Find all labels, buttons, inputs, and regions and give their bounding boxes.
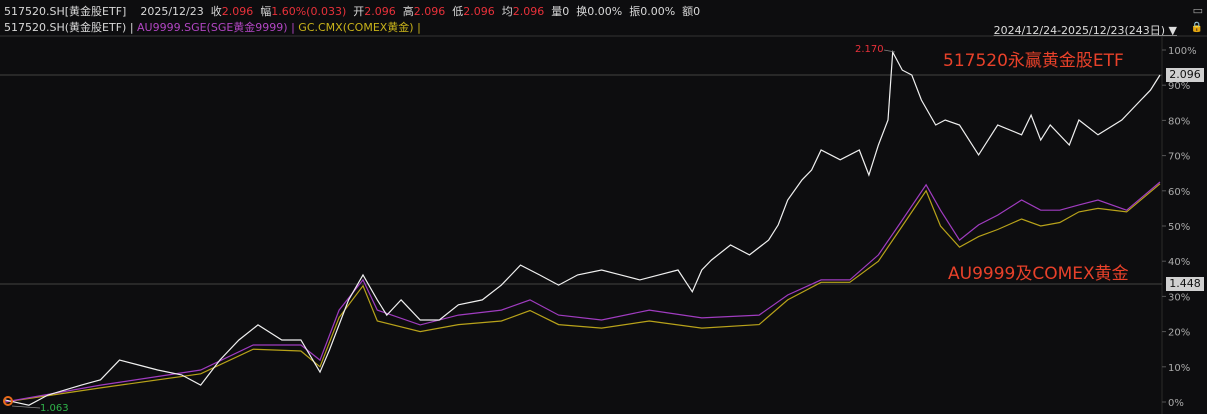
- y-tick-label: 20%: [1168, 328, 1190, 339]
- y-tick-label: 70%: [1168, 152, 1190, 163]
- series-line-gc-cmx: [4, 183, 1161, 403]
- current-price-tag: 2.096: [1166, 68, 1204, 82]
- y-tick-label: 30%: [1168, 292, 1190, 303]
- min-leader: [11, 405, 41, 409]
- y-tick-label: 10%: [1168, 363, 1190, 374]
- max-price-label: 2.170: [855, 44, 884, 55]
- y-tick-label: 60%: [1168, 187, 1190, 198]
- y-tick-label: 50%: [1168, 222, 1190, 233]
- y-tick-label: 0%: [1168, 398, 1184, 409]
- y-tick-label: 80%: [1168, 116, 1190, 127]
- series-line-517520-sh: [4, 49, 1161, 406]
- max-leader: [883, 49, 896, 53]
- y-tick-label: 40%: [1168, 257, 1190, 268]
- annotation-etf: 517520永赢黄金股ETF: [943, 51, 1124, 71]
- annotation-gold: AU9999及COMEX黄金: [948, 264, 1129, 284]
- reference-price-tag: 1.448: [1166, 277, 1204, 291]
- series-line-au9999-sge: [4, 181, 1161, 403]
- y-tick-label: 90%: [1168, 81, 1190, 92]
- y-tick-label: 100%: [1168, 46, 1197, 57]
- min-price-label: 1.063: [40, 403, 69, 414]
